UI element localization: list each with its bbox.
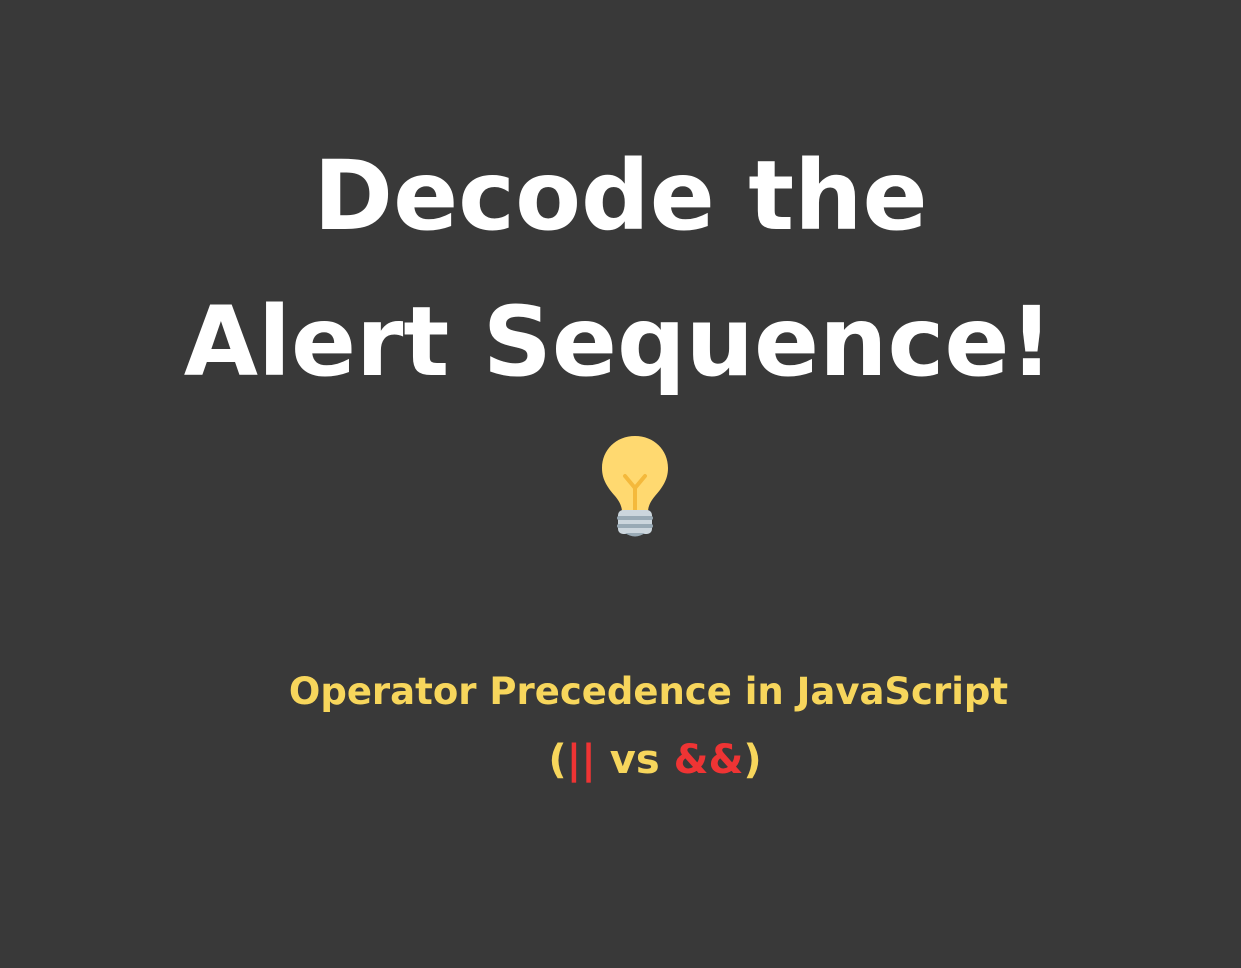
operator-comparison: (|| vs &&): [0, 740, 1241, 780]
lightbulb-icon: [602, 436, 668, 537]
and-operator: &&: [673, 737, 744, 783]
vs-label: vs: [595, 737, 674, 783]
title-line-2: Alert Sequence!: [183, 286, 1054, 398]
title-line-1: Decode the: [313, 140, 928, 252]
close-paren: ): [743, 737, 762, 783]
or-operator: ||: [566, 737, 596, 783]
subtitle: Operator Precedence in JavaScript: [288, 670, 1009, 713]
open-paren: (: [548, 737, 567, 783]
